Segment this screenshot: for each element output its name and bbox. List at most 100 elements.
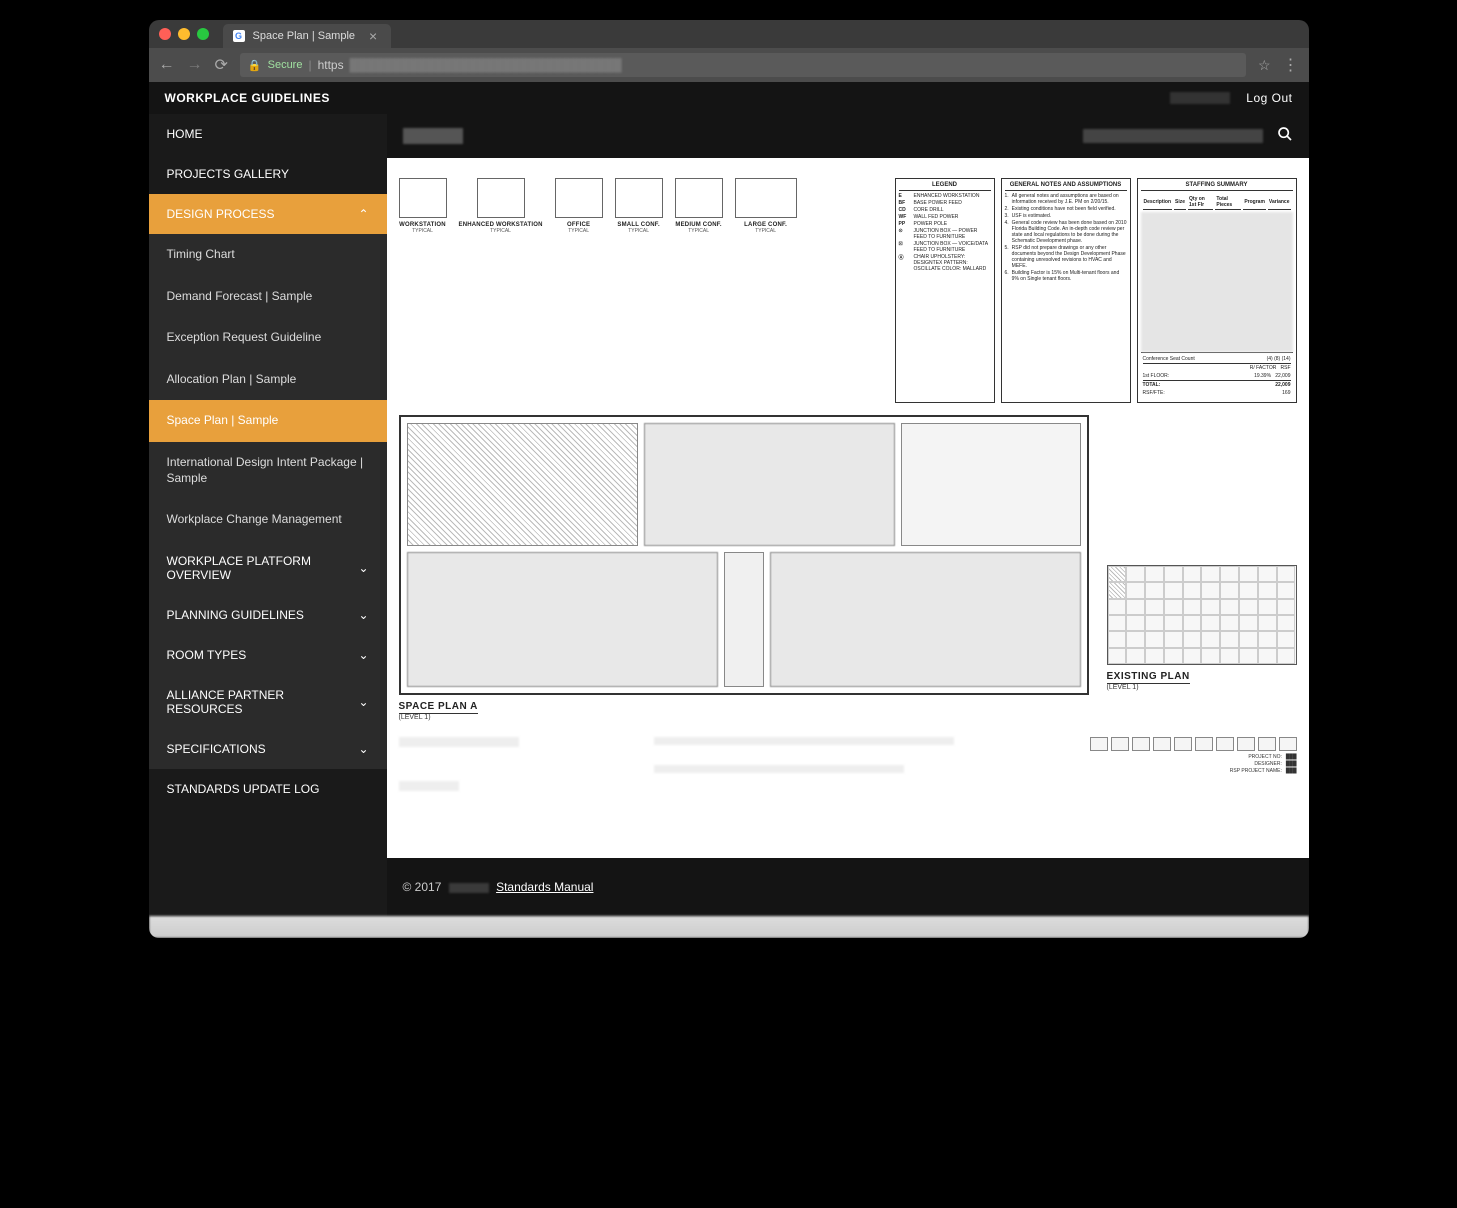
sidebar-nav: HOME PROJECTS GALLERY DESIGN PROCESS ⌃ T… (149, 114, 387, 916)
nav-exception-request[interactable]: Exception Request Guideline (149, 317, 387, 359)
nav-label: International Design Intent Package | Sa… (167, 455, 369, 486)
url-input[interactable]: 🔒 Secure | https ███████████████████████… (240, 53, 1246, 77)
nav-specifications[interactable]: SPECIFICATIONS ⌄ (149, 729, 387, 769)
footer-text-redacted (399, 737, 519, 747)
close-window-button[interactable] (159, 28, 171, 40)
nav-demand-forecast[interactable]: Demand Forecast | Sample (149, 276, 387, 318)
nav-label: STANDARDS UPDATE LOG (167, 782, 320, 796)
enhanced-workstation-icon (477, 178, 525, 218)
staffing-rows-redacted (1141, 212, 1293, 352)
existing-plan-title: EXISTING PLAN (1107, 671, 1190, 684)
chevron-up-icon: ⌃ (358, 207, 368, 221)
standards-manual-link[interactable]: Standards Manual (496, 880, 593, 894)
username-redacted (1170, 92, 1230, 104)
minimize-window-button[interactable] (178, 28, 190, 40)
floorplan-a (399, 415, 1089, 695)
nav-label: PLANNING GUIDELINES (167, 608, 304, 622)
forward-button[interactable]: → (187, 56, 203, 74)
footer-text-redacted (654, 765, 904, 773)
small-conf-icon (615, 178, 663, 218)
browser-menu-icon[interactable]: ⋮ (1283, 55, 1299, 75)
nav-label: ALLIANCE PARTNER RESOURCES (167, 688, 359, 716)
nav-label: WORKPLACE PLATFORM OVERVIEW (167, 554, 359, 582)
content-row: HOME PROJECTS GALLERY DESIGN PROCESS ⌃ T… (149, 114, 1309, 916)
bookmark-star-icon[interactable]: ☆ (1258, 57, 1271, 74)
os-taskbar-redacted (149, 916, 1309, 938)
space-plan-document: WORKSTATION TYPICAL ENHANCED WORKSTATION… (387, 158, 1309, 858)
search-icon[interactable] (1277, 126, 1293, 147)
back-button[interactable]: ← (159, 56, 175, 74)
nav-timing-chart[interactable]: Timing Chart (149, 234, 387, 276)
titleblock-box-icon (1237, 737, 1255, 751)
url-protocol: https (318, 58, 344, 72)
nav-international-design[interactable]: International Design Intent Package | Sa… (149, 442, 387, 499)
titleblock-box-icon (1216, 737, 1234, 751)
nav-label: Space Plan | Sample (167, 413, 279, 429)
main-panel: WORKSTATION TYPICAL ENHANCED WORKSTATION… (387, 114, 1309, 916)
copyright-text: © 2017 (403, 880, 442, 894)
logout-link[interactable]: Log Out (1246, 91, 1292, 105)
nav-label: Demand Forecast | Sample (167, 289, 313, 305)
staffing-title: STAFFING SUMMARY (1141, 182, 1293, 191)
secure-label: Secure (268, 59, 303, 71)
nav-room-types[interactable]: ROOM TYPES ⌄ (149, 635, 387, 675)
office-icon (555, 178, 603, 218)
existing-plan-column: EXISTING PLAN (LEVEL 1) (1107, 415, 1297, 691)
thumb-office: OFFICE TYPICAL (555, 178, 603, 234)
large-conf-icon (735, 178, 797, 218)
nav-label: Workplace Change Management (167, 512, 342, 528)
titleblock-box-icon (1279, 737, 1297, 751)
close-tab-icon[interactable]: × (369, 28, 377, 44)
plan-a-title: SPACE PLAN A (399, 701, 478, 714)
titleblock-box-icon (1153, 737, 1171, 751)
legend-title: LEGEND (899, 182, 991, 191)
nav-label: ROOM TYPES (167, 648, 247, 662)
footer-text-redacted (654, 737, 954, 745)
nav-label: Timing Chart (167, 247, 235, 263)
site-topbar: WORKPLACE GUIDELINES Log Out (149, 82, 1309, 114)
thumb-small-conf: SMALL CONF. TYPICAL (615, 178, 663, 234)
nav-planning-guidelines[interactable]: PLANNING GUIDELINES ⌄ (149, 595, 387, 635)
chevron-down-icon: ⌄ (358, 648, 368, 662)
thumb-large-conf: LARGE CONF. TYPICAL (735, 178, 797, 234)
plan-a-subtitle: (LEVEL 1) (399, 714, 1089, 721)
thumb-medium-conf: MEDIUM CONF. TYPICAL (675, 178, 723, 234)
notes-title: GENERAL NOTES AND ASSUMPTIONS (1005, 182, 1127, 191)
nav-projects-gallery[interactable]: PROJECTS GALLERY (149, 154, 387, 194)
chevron-down-icon: ⌄ (358, 742, 368, 756)
nav-design-process-children: Timing Chart Demand Forecast | Sample Ex… (149, 234, 387, 541)
chevron-down-icon: ⌄ (358, 695, 368, 709)
browser-tab[interactable]: G Space Plan | Sample × (223, 24, 392, 48)
titleblock-box-icon (1174, 737, 1192, 751)
browser-window: G Space Plan | Sample × ← → ⟳ 🔒 Secure |… (149, 20, 1309, 938)
nav-standards-update-log[interactable]: STANDARDS UPDATE LOG (149, 769, 387, 809)
maximize-window-button[interactable] (197, 28, 209, 40)
general-notes-panel: GENERAL NOTES AND ASSUMPTIONS 1.All gene… (1001, 178, 1131, 403)
nav-allocation-plan[interactable]: Allocation Plan | Sample (149, 359, 387, 401)
address-bar: ← → ⟳ 🔒 Secure | https █████████████████… (149, 48, 1309, 82)
nav-design-process[interactable]: DESIGN PROCESS ⌃ (149, 194, 387, 234)
titleblock-box-icon (1090, 737, 1108, 751)
existing-plan-thumbnail (1107, 565, 1297, 665)
nav-alliance-partner[interactable]: ALLIANCE PARTNER RESOURCES ⌄ (149, 675, 387, 729)
header-text-redacted (1083, 129, 1263, 143)
nav-workplace-change[interactable]: Workplace Change Management (149, 499, 387, 541)
nav-space-plan[interactable]: Space Plan | Sample (149, 400, 387, 442)
existing-plan-subtitle: (LEVEL 1) (1107, 684, 1297, 691)
chevron-down-icon: ⌄ (358, 608, 368, 622)
titleblock: PROJECT NO:███ DESIGNER:███ RSP PROJECT … (1090, 737, 1297, 775)
reload-button[interactable]: ⟳ (215, 55, 228, 75)
titleblock-box-icon (1258, 737, 1276, 751)
space-plan-a-column: SPACE PLAN A (LEVEL 1) (399, 415, 1089, 721)
nav-label: PROJECTS GALLERY (167, 167, 289, 181)
traffic-lights (159, 28, 209, 40)
thumb-enhanced-workstation: ENHANCED WORKSTATION TYPICAL (459, 178, 543, 234)
thumb-workstation: WORKSTATION TYPICAL (399, 178, 447, 234)
nav-workplace-platform[interactable]: WORKPLACE PLATFORM OVERVIEW ⌄ (149, 541, 387, 595)
footer-text-redacted (399, 781, 459, 791)
titleblock-box-icon (1132, 737, 1150, 751)
window-titlebar: G Space Plan | Sample × (149, 20, 1309, 48)
document-footer: PROJECT NO:███ DESIGNER:███ RSP PROJECT … (399, 737, 1297, 795)
nav-home[interactable]: HOME (149, 114, 387, 154)
footer-redacted (449, 883, 489, 893)
